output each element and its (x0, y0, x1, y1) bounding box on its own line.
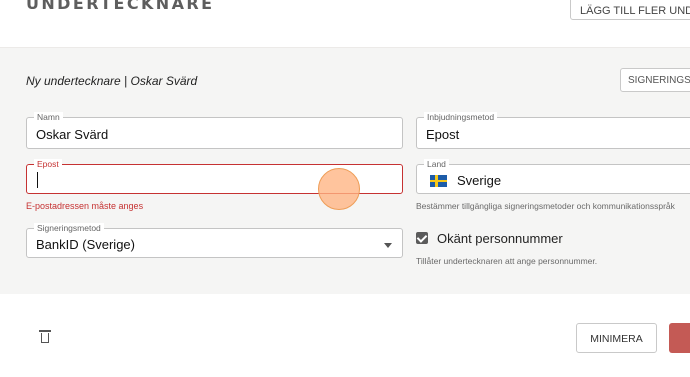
name-label: Namn (34, 112, 63, 122)
signing-method-value: BankID (Sverige) (36, 237, 135, 252)
country-hint: Bestämmer tillgängliga signeringsmetoder… (416, 201, 675, 211)
name-value: Oskar Svärd (36, 127, 109, 142)
signing-order-button[interactable]: SIGNERINGSORDNING (620, 68, 690, 92)
unknown-ssn-hint: Tillåter undertecknaren att ange personn… (416, 256, 598, 266)
signing-method-label: Signeringsmetod (34, 223, 104, 233)
unknown-ssn-checkbox[interactable] (416, 232, 428, 244)
trash-icon[interactable] (39, 330, 51, 344)
minimize-button[interactable]: MINIMERA (576, 323, 657, 353)
trash-lid (39, 330, 51, 332)
unknown-ssn-label[interactable]: Okänt personnummer (437, 231, 563, 246)
email-label: Epost (34, 159, 62, 169)
primary-action-button[interactable] (669, 323, 690, 353)
signer-subtitle: Ny undertecknare | Oskar Svärd (26, 74, 198, 88)
section-title: UNDERTECKNARE (26, 0, 215, 13)
signing-method-select[interactable]: Signeringsmetod BankID (Sverige) (26, 223, 403, 258)
country-value: Sverige (457, 173, 502, 188)
add-more-signers-button[interactable]: LÄGG TILL FLER UNDERTECKNARE (570, 0, 690, 20)
invite-method-label: Inbjudningsmetod (424, 112, 498, 122)
text-caret (37, 172, 38, 188)
sweden-flag-icon (430, 175, 447, 187)
country-label: Land (424, 159, 449, 169)
invite-method-value: Epost (426, 127, 460, 142)
click-indicator (318, 168, 360, 210)
trash-body (41, 333, 49, 343)
invite-method-field[interactable]: Inbjudningsmetod Epost (416, 112, 690, 149)
chevron-down-icon (384, 243, 392, 248)
country-select[interactable]: Land Sverige (416, 159, 690, 194)
name-field[interactable]: Namn Oskar Svärd (26, 112, 403, 149)
email-error-text: E-postadressen måste anges (26, 201, 144, 211)
